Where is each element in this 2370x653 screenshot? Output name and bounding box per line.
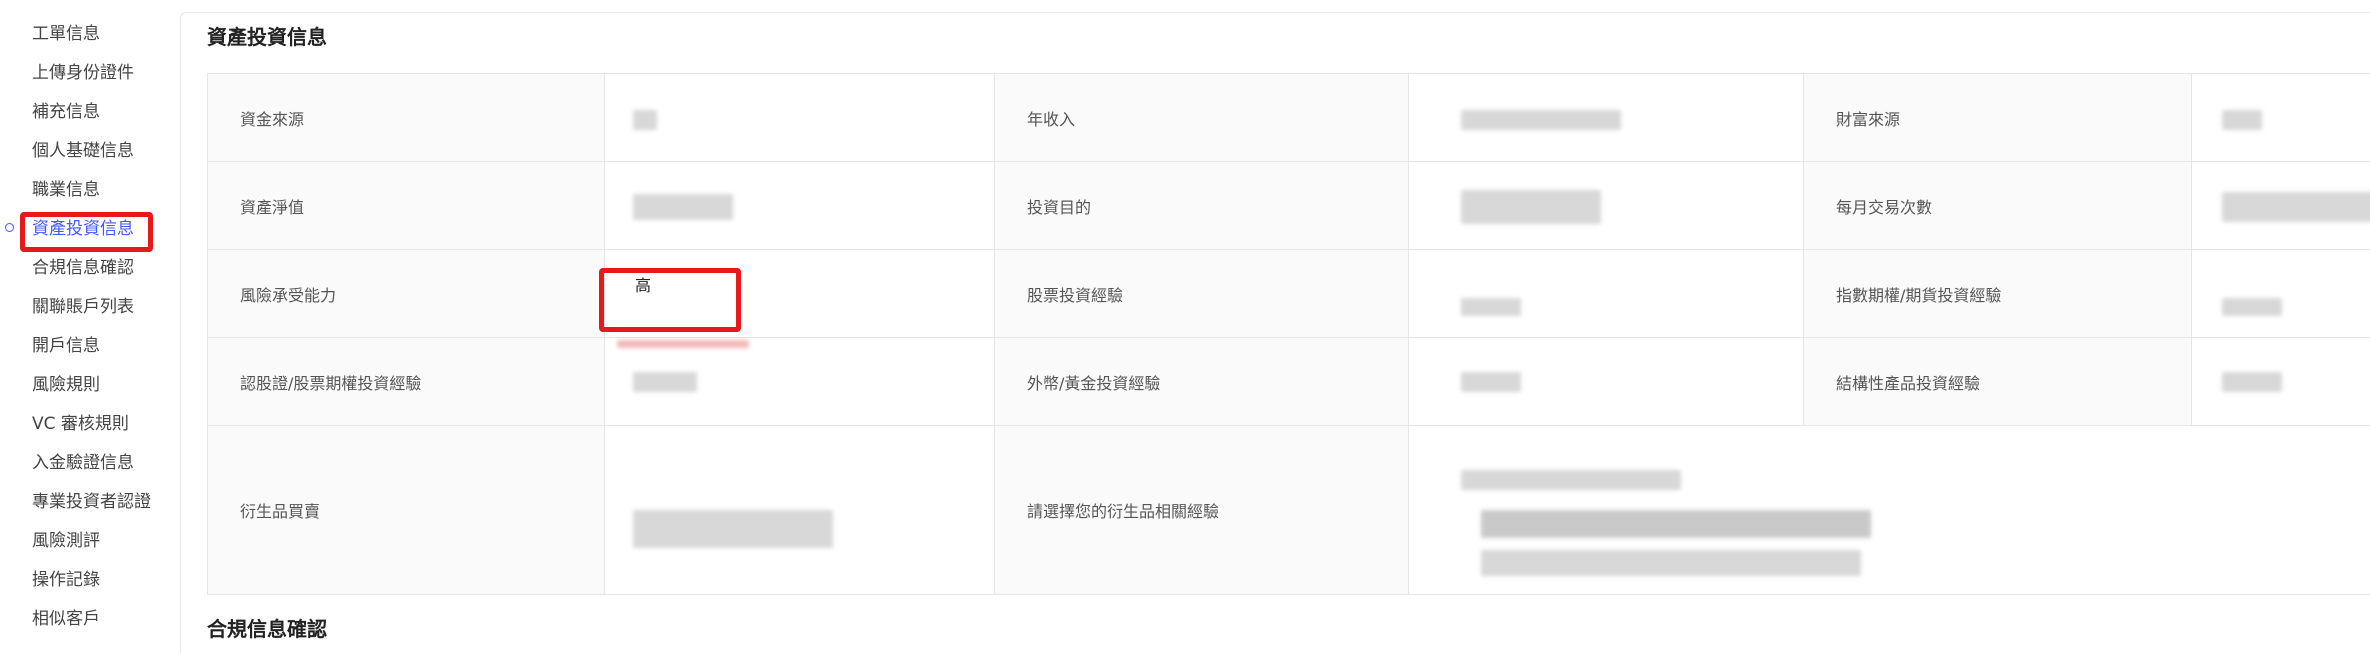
redacted-value <box>1461 298 1521 316</box>
sidebar-item-asset-investment[interactable]: 資產投資信息 <box>32 211 134 247</box>
label-risk-tolerance: 風險承受能力 <box>208 250 605 337</box>
active-indicator-icon <box>5 223 14 232</box>
sidebar-item-compliance[interactable]: 合規信息確認 <box>32 250 134 286</box>
redacted-value <box>2222 110 2262 130</box>
redacted-value <box>1461 110 1621 130</box>
value-risk-tolerance: 高 <box>605 250 995 337</box>
main-panel: 資產投資信息 資金來源 年收入 財富來源 資產淨值 投資目的 每月交易次數 風險… <box>180 12 2370 653</box>
sidebar-item-linked-accounts[interactable]: 關聯賬戶列表 <box>32 289 134 325</box>
sidebar-item-operation-log[interactable]: 操作記錄 <box>32 562 100 598</box>
value-wealth-source <box>2192 74 2370 161</box>
label-fund-source: 資金來源 <box>208 74 605 161</box>
sidebar-item-account-opening[interactable]: 開戶信息 <box>32 328 100 364</box>
label-net-asset: 資產淨值 <box>208 162 605 249</box>
value-annual-income <box>1409 74 1804 161</box>
value-monthly-trades <box>2192 162 2370 249</box>
label-index-options-experience: 指數期權/期貨投資經驗 <box>1804 250 2192 337</box>
redacted-value <box>2222 298 2282 316</box>
sidebar-item-occupation-info[interactable]: 職業信息 <box>32 172 100 208</box>
label-monthly-trades: 每月交易次數 <box>1804 162 2192 249</box>
sidebar-item-professional-investor[interactable]: 專業投資者認證 <box>32 484 151 520</box>
sidebar-item-ticket-info[interactable]: 工單信息 <box>32 16 100 52</box>
value-investment-purpose <box>1409 162 1804 249</box>
label-fx-gold-experience: 外幣/黃金投資經驗 <box>995 338 1409 425</box>
value-index-options-experience <box>2192 250 2370 337</box>
redacted-value <box>1461 470 1681 490</box>
redacted-value <box>633 110 657 130</box>
sidebar-nav: 工單信息 上傳身份證件 補充信息 個人基礎信息 職業信息 資產投資信息 合規信息… <box>0 0 170 629</box>
table-row: 衍生品買賣 請選擇您的衍生品相關經驗 <box>208 426 2370 595</box>
redacted-value <box>617 340 749 348</box>
label-annual-income: 年收入 <box>995 74 1409 161</box>
label-derivatives-experience: 請選擇您的衍生品相關經驗 <box>995 426 1409 594</box>
sidebar-item-upload-id[interactable]: 上傳身份證件 <box>32 55 134 91</box>
label-investment-purpose: 投資目的 <box>995 162 1409 249</box>
label-wealth-source: 財富來源 <box>1804 74 2192 161</box>
redacted-value <box>2222 372 2282 392</box>
redacted-value <box>2222 192 2370 222</box>
value-derivatives-trading <box>605 426 995 594</box>
sidebar-item-vc-rules[interactable]: VC 審核規則 <box>32 406 129 442</box>
label-stock-experience: 股票投資經驗 <box>995 250 1409 337</box>
redacted-value <box>633 510 833 548</box>
label-derivatives-trading: 衍生品買賣 <box>208 426 605 594</box>
asset-investment-table: 資金來源 年收入 財富來源 資產淨值 投資目的 每月交易次數 風險承受能力 高 … <box>207 73 2370 595</box>
table-row: 資產淨值 投資目的 每月交易次數 <box>208 162 2370 250</box>
value-structured-products-experience <box>2192 338 2370 425</box>
value-derivatives-experience <box>1409 426 2370 594</box>
redacted-value <box>633 372 697 392</box>
sidebar-item-supplementary-info[interactable]: 補充信息 <box>32 94 100 130</box>
value-fx-gold-experience <box>1409 338 1804 425</box>
redacted-value <box>1461 190 1601 224</box>
redacted-value <box>1461 372 1521 392</box>
table-row: 資金來源 年收入 財富來源 <box>208 74 2370 162</box>
table-row: 認股證/股票期權投資經驗 外幣/黃金投資經驗 結構性產品投資經驗 <box>208 338 2370 426</box>
sidebar-item-risk-assessment[interactable]: 風險測評 <box>32 523 100 559</box>
sidebar-item-personal-info[interactable]: 個人基礎信息 <box>32 133 134 169</box>
value-fund-source <box>605 74 995 161</box>
table-row: 風險承受能力 高 股票投資經驗 指數期權/期貨投資經驗 <box>208 250 2370 338</box>
value-net-asset <box>605 162 995 249</box>
redacted-value <box>1481 550 1861 576</box>
redacted-value <box>1481 510 1871 538</box>
label-warrant-experience: 認股證/股票期權投資經驗 <box>208 338 605 425</box>
sidebar-item-similar-clients[interactable]: 相似客戶 <box>32 601 100 637</box>
label-structured-products-experience: 結構性產品投資經驗 <box>1804 338 2192 425</box>
sidebar-item-risk-rules[interactable]: 風險規則 <box>32 367 100 403</box>
next-section-title: 合規信息確認 <box>207 617 327 641</box>
value-stock-experience <box>1409 250 1804 337</box>
value-warrant-experience <box>605 338 995 425</box>
sidebar-item-deposit-verification[interactable]: 入金驗證信息 <box>32 445 134 481</box>
redacted-value <box>633 194 733 220</box>
section-title: 資產投資信息 <box>207 25 327 49</box>
